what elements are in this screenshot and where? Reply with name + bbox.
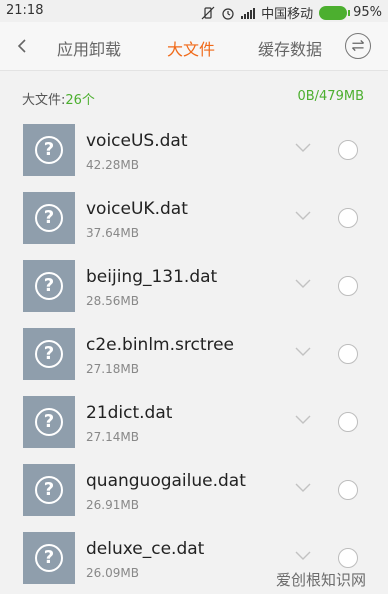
file-name: deluxe_ce.dat <box>86 539 205 559</box>
status-icons: 中国移动 95% <box>201 3 382 22</box>
select-checkbox[interactable] <box>338 140 358 160</box>
status-bar: 21:18 中国移动 95% <box>0 0 388 22</box>
list-item[interactable]: ? beijing_131.dat 28.56MB <box>0 252 388 320</box>
file-name: c2e.binlm.srctree <box>86 335 235 355</box>
select-checkbox[interactable] <box>338 480 358 500</box>
file-count: 26个 <box>65 93 95 108</box>
chevron-down-icon[interactable] <box>295 483 311 493</box>
file-list: ? voiceUS.dat 42.28MB? voiceUK.dat 37.64MB? b… <box>0 116 388 592</box>
list-item[interactable]: ? c2e.binlm.srctree 27.18MB <box>0 320 388 388</box>
unknown-file-icon: ? <box>23 328 75 380</box>
unknown-file-icon: ? <box>23 396 75 448</box>
summary-label: 大文件:26个 <box>22 93 95 108</box>
vibrate-off-icon <box>201 6 215 19</box>
back-icon[interactable] <box>10 34 34 58</box>
status-time: 21:18 <box>6 3 44 18</box>
file-name: quanguogailue.dat <box>86 471 246 491</box>
file-size: 37.64MB <box>86 226 139 240</box>
file-size: 42.28MB <box>86 158 139 172</box>
signal-icon <box>241 7 256 19</box>
list-item[interactable]: ? voiceUS.dat 42.28MB <box>0 116 388 184</box>
chevron-down-icon[interactable] <box>295 415 311 425</box>
chevron-down-icon[interactable] <box>295 551 311 561</box>
unknown-file-icon: ? <box>23 464 75 516</box>
tab-bar: 应用卸载 大文件 缓存数据 <box>0 22 388 71</box>
battery-level: 95% <box>353 5 382 20</box>
unknown-file-icon: ? <box>23 124 75 176</box>
selected-size: 0B/479MB <box>297 89 364 104</box>
file-name: voiceUS.dat <box>86 131 188 151</box>
file-size: 26.09MB <box>86 566 139 580</box>
file-name: 21dict.dat <box>86 403 173 423</box>
unknown-file-icon: ? <box>23 532 75 584</box>
chevron-down-icon[interactable] <box>295 143 311 153</box>
tab-large-files[interactable]: 大文件 <box>167 36 215 60</box>
file-size: 28.56MB <box>86 294 139 308</box>
alarm-icon <box>222 7 234 20</box>
summary-row: 大文件:26个 0B/479MB <box>0 86 388 108</box>
select-checkbox[interactable] <box>338 344 358 364</box>
unknown-file-icon: ? <box>23 192 75 244</box>
list-item[interactable]: ? voiceUK.dat 37.64MB <box>0 184 388 252</box>
chevron-down-icon[interactable] <box>295 211 311 221</box>
unknown-file-icon: ? <box>23 260 75 312</box>
tab-cache-data[interactable]: 缓存数据 <box>258 36 322 60</box>
chevron-down-icon[interactable] <box>295 279 311 289</box>
select-checkbox[interactable] <box>338 412 358 432</box>
file-size: 27.14MB <box>86 430 139 444</box>
list-item[interactable]: ? 21dict.dat 27.14MB <box>0 388 388 456</box>
swap-icon[interactable] <box>345 33 371 59</box>
file-size: 26.91MB <box>86 498 139 512</box>
select-checkbox[interactable] <box>338 548 358 568</box>
watermark: 爱创根知识网 <box>275 571 366 589</box>
carrier-label: 中国移动 <box>261 7 314 22</box>
select-checkbox[interactable] <box>338 208 358 228</box>
list-item[interactable]: ? quanguogailue.dat 26.91MB <box>0 456 388 524</box>
battery-icon <box>319 5 351 20</box>
chevron-down-icon[interactable] <box>295 347 311 357</box>
tab-app-uninstall[interactable]: 应用卸载 <box>57 36 121 60</box>
file-name: voiceUK.dat <box>86 199 188 219</box>
file-size: 27.18MB <box>86 362 139 376</box>
select-checkbox[interactable] <box>338 276 358 296</box>
file-name: beijing_131.dat <box>86 267 218 287</box>
